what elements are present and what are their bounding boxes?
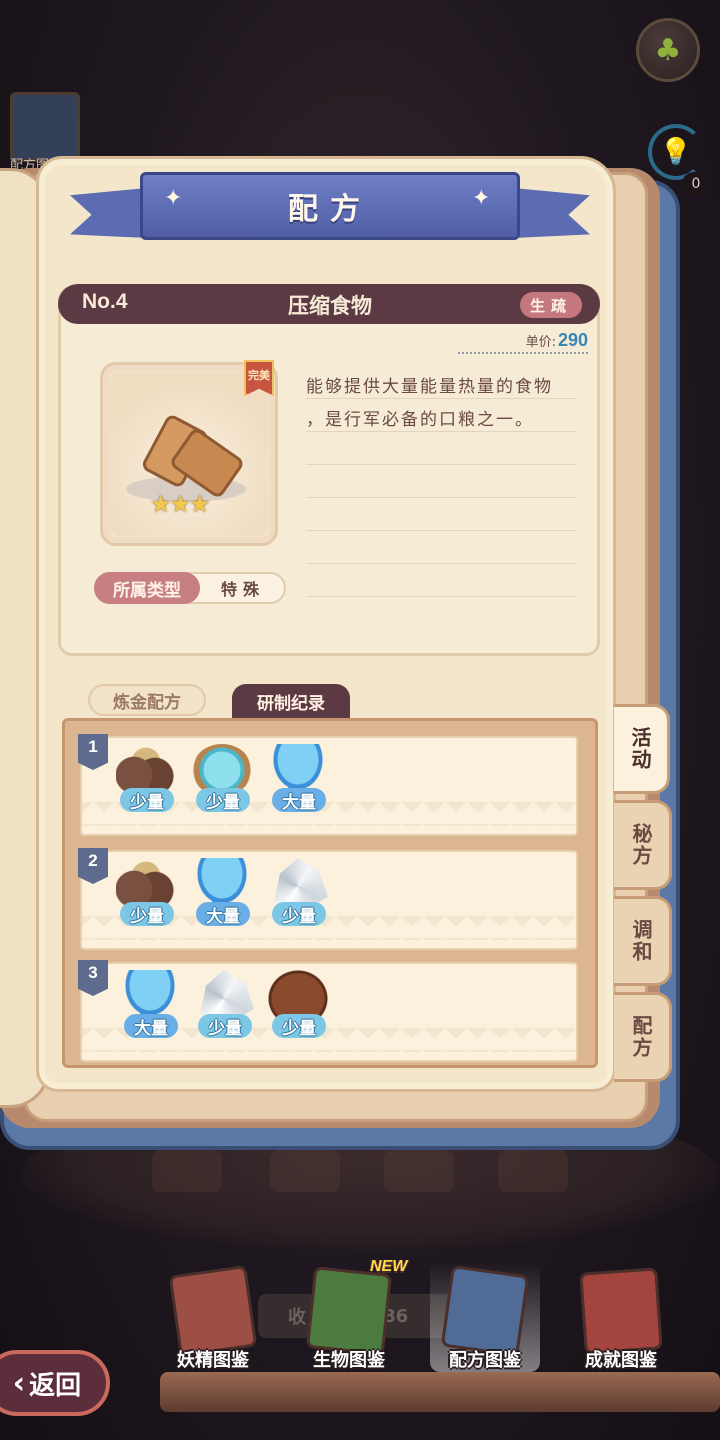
nav-label: 成就图鉴 <box>585 1350 657 1371</box>
hint-count: 0 <box>682 172 710 196</box>
description-line <box>306 432 576 465</box>
ingredient: 少量 <box>110 744 180 820</box>
record-number: 3 <box>78 960 108 996</box>
star-rating: ★★★ <box>150 490 211 518</box>
nav-recipe-codex[interactable]: 配方图鉴 <box>430 1262 540 1372</box>
background-slot <box>498 1150 568 1192</box>
nav-achievement-codex[interactable]: 成就图鉴 <box>566 1262 676 1372</box>
nav-label: 生物图鉴 <box>313 1350 385 1371</box>
nav-label: 配方图鉴 <box>449 1350 521 1371</box>
description-line <box>306 498 576 531</box>
description-line: 能够提供大量能量热量的食物 <box>306 366 576 399</box>
quantity-badge: 少量 <box>272 1014 326 1039</box>
quantity-badge: 大量 <box>272 788 326 813</box>
creature-book-icon <box>305 1266 393 1356</box>
background-slot <box>152 1150 222 1192</box>
title-ribbon: 配方 <box>140 172 520 240</box>
ingredient: 少量 <box>188 970 258 1046</box>
item-description: 能够提供大量能量热量的食物 ，是行军必备的口粮之一。 <box>306 366 576 597</box>
new-badge: NEW <box>370 1258 408 1275</box>
quantity-badge: 大量 <box>196 902 250 927</box>
record-number: 2 <box>78 848 108 884</box>
ingredient: 大量 <box>262 744 332 820</box>
quantity-badge: 大量 <box>124 1014 178 1039</box>
tab-alchemy-recipe[interactable]: 炼金配方 <box>88 684 206 716</box>
price-label: 单价: <box>525 334 556 350</box>
ingredient: 少量 <box>262 858 332 934</box>
item-number: No.4 <box>82 290 128 313</box>
sparkle-icon: ✦ <box>472 186 491 211</box>
quantity-badge: 少量 <box>120 902 174 927</box>
recipe-book-icon <box>440 1264 530 1358</box>
background-slot <box>384 1150 454 1192</box>
item-name: 压缩食物 <box>288 294 372 318</box>
ingredient: 少量 <box>110 858 180 934</box>
nav-label: 妖精图鉴 <box>177 1350 249 1371</box>
background-slot <box>270 1150 340 1192</box>
record-number: 1 <box>78 734 108 770</box>
side-tab-activity[interactable]: 活动 <box>614 704 670 794</box>
achievement-book-icon <box>579 1267 663 1355</box>
nav-fairy-codex[interactable]: 妖精图鉴 <box>158 1262 268 1372</box>
ingredient: 少量 <box>262 970 332 1046</box>
side-tab-blend[interactable]: 调和 <box>614 896 672 986</box>
recipe-book-shortcut-icon[interactable] <box>10 92 80 162</box>
price-row: 单价: 290 <box>458 328 588 354</box>
description-line: ，是行军必备的口粮之一。 <box>306 399 576 432</box>
sprout-icon[interactable]: ♣ <box>636 18 700 82</box>
side-tab-secret-recipe[interactable]: 秘方 <box>614 800 672 890</box>
sparkle-icon: ✦ <box>164 186 183 211</box>
tab-research-record[interactable]: 研制纪录 <box>232 684 350 718</box>
quantity-badge: 少量 <box>120 788 174 813</box>
chevron-left-icon: ‹ <box>12 1365 26 1401</box>
ingredient: 大量 <box>186 858 256 934</box>
quantity-badge: 少量 <box>196 788 250 813</box>
proficiency-badge: 生疏 <box>520 292 582 318</box>
price-value: 290 <box>557 329 588 350</box>
type-value: 特殊 <box>220 580 265 599</box>
quantity-badge: 少量 <box>272 902 326 927</box>
ingredient: 大量 <box>114 970 184 1046</box>
type-label: 所属类型 <box>94 572 200 604</box>
back-button-label: 返回 <box>29 1370 82 1401</box>
bottom-shelf <box>160 1372 720 1412</box>
ingredient: 少量 <box>186 744 256 820</box>
description-line <box>306 564 576 597</box>
description-line <box>306 465 576 498</box>
quantity-badge: 少量 <box>198 1014 252 1039</box>
nav-creature-codex[interactable]: 生物图鉴 <box>294 1262 404 1372</box>
fairy-book-icon <box>168 1264 258 1358</box>
page-title: 配方 <box>288 192 372 227</box>
side-tab-recipe[interactable]: 配方 <box>614 992 672 1082</box>
description-line <box>306 531 576 564</box>
back-button[interactable]: ‹ 返回 <box>0 1350 110 1416</box>
